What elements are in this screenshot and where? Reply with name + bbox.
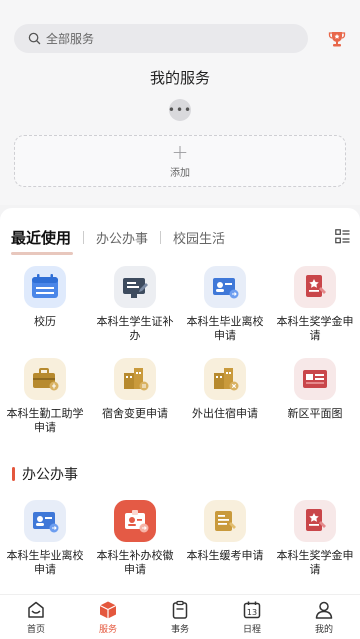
service-label: 本科生毕业离校申请 (6, 549, 84, 576)
award-doc-icon (294, 500, 336, 542)
clipboard-icon (170, 600, 190, 620)
map-card-icon (294, 358, 336, 400)
bottom-tab-bar: 首页 服务 事务 13 日程 我的 (0, 594, 360, 639)
tab-affairs[interactable]: 事务 (144, 595, 216, 639)
service-label: 本科生学生证补办 (96, 315, 174, 342)
graduation-card-icon (204, 266, 246, 308)
service-scholarship[interactable]: 本科生奖学金申请 (270, 266, 360, 343)
service-label: 本科生勤工助学申请 (6, 407, 84, 434)
service-label: 宿舍变更申请 (102, 407, 168, 420)
tab-recent[interactable]: 最近使用 (11, 227, 71, 248)
top-area: 全部服务 我的服务 ••• + 添加 (0, 0, 360, 205)
graduation-card-icon (24, 500, 66, 542)
service-label: 本科生补办校徽申请 (96, 549, 174, 576)
tab-schedule[interactable]: 13 日程 (216, 595, 288, 639)
service-scholarship[interactable]: 本科生奖学金申请 (270, 500, 360, 577)
service-label: 本科生毕业离校申请 (186, 315, 264, 342)
service-cube-icon (98, 600, 118, 620)
add-service-button[interactable]: + 添加 (14, 135, 346, 187)
tab-label: 首页 (26, 624, 45, 635)
service-exam-deferral[interactable]: 本科生缓考申请 (180, 500, 270, 577)
tab-label: 我的 (314, 624, 333, 635)
recent-row-2: 本科生勤工助学申请 宿舍变更申请 外出住宿申请 新区平面图 (0, 358, 360, 435)
service-dorm-change[interactable]: 宿舍变更申请 (90, 358, 180, 435)
tab-label: 服务 (98, 624, 117, 635)
search-placeholder: 全部服务 (46, 32, 95, 46)
list-view-icon[interactable] (335, 229, 350, 244)
office-section-title: 办公办事 (22, 467, 78, 483)
calendar-day-number: 13 (247, 608, 257, 617)
service-badge-reissue[interactable]: 本科生补办校徽申请 (90, 500, 180, 577)
tab-campus-life[interactable]: 校园生活 (173, 228, 225, 247)
award-doc-icon (294, 266, 336, 308)
search-bar[interactable]: 全部服务 (14, 24, 308, 53)
user-icon (314, 600, 334, 620)
section-accent-bar (12, 467, 15, 481)
service-off-campus-stay[interactable]: 外出住宿申请 (180, 358, 270, 435)
dorm-change-icon (114, 358, 156, 400)
service-label: 本科生奖学金申请 (276, 549, 354, 576)
briefcase-icon (24, 358, 66, 400)
office-row: 本科生毕业离校申请 本科生补办校徽申请 本科生缓考申请 本科生奖学金申请 (0, 500, 360, 577)
tab-label: 日程 (242, 624, 261, 635)
service-student-id-reissue[interactable]: 本科生学生证补办 (90, 266, 180, 343)
more-button[interactable]: ••• (168, 99, 191, 121)
add-label: 添加 (170, 168, 190, 179)
service-label: 外出住宿申请 (192, 407, 258, 420)
calendar-13-icon: 13 (242, 600, 262, 620)
office-section-header: 办公办事 (12, 464, 78, 484)
my-services-title: 我的服务 (149, 69, 210, 87)
service-calendar[interactable]: 校历 (0, 266, 90, 343)
dorm-out-icon (204, 358, 246, 400)
tab-label: 事务 (170, 624, 189, 635)
service-label: 本科生缓考申请 (186, 549, 264, 562)
service-label: 新区平面图 (287, 407, 343, 420)
service-label: 校历 (34, 315, 56, 328)
tab-home[interactable]: 首页 (0, 595, 72, 639)
tab-divider (83, 230, 85, 244)
service-campus-map[interactable]: 新区平面图 (270, 358, 360, 435)
service-graduation-leave[interactable]: 本科生毕业离校申请 (0, 500, 90, 577)
services-panel: 最近使用 办公办事 校园生活 校历 本科生学生证补办 本科生毕业离校申请 本科生… (0, 208, 360, 594)
recent-row-1: 校历 本科生学生证补办 本科生毕业离校申请 本科生奖学金申请 (0, 266, 360, 343)
service-graduation-leave[interactable]: 本科生毕业离校申请 (180, 266, 270, 343)
category-tabs: 最近使用 办公办事 校园生活 (11, 226, 225, 248)
home-icon (26, 600, 46, 620)
service-work-study[interactable]: 本科生勤工助学申请 (0, 358, 90, 435)
active-tab-indicator (11, 252, 73, 255)
tab-services[interactable]: 服务 (72, 595, 144, 639)
badge-icon (114, 500, 156, 542)
calendar-icon (24, 266, 66, 308)
tab-divider (160, 230, 162, 244)
search-icon (27, 32, 41, 46)
tab-me[interactable]: 我的 (288, 595, 360, 639)
trophy-icon[interactable] (327, 29, 347, 49)
id-card-icon (114, 266, 156, 308)
tab-office[interactable]: 办公办事 (96, 228, 148, 247)
service-label: 本科生奖学金申请 (276, 315, 354, 342)
plus-icon: + (171, 140, 189, 164)
exam-doc-icon (204, 500, 246, 542)
